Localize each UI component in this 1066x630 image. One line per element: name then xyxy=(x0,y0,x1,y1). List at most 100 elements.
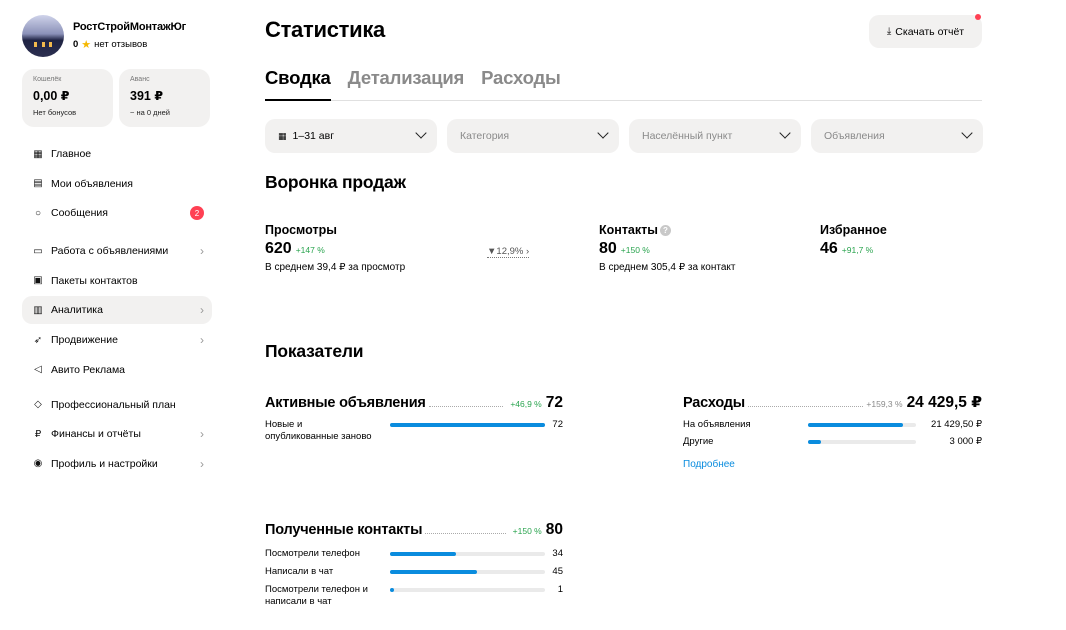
sidebar-item-main[interactable]: ▦ Главное xyxy=(22,140,212,168)
chat-icon: ○ xyxy=(34,207,42,219)
expenses-section: Расходы +159,3 % 24 429,5 ₽ На объявлени… xyxy=(683,393,982,470)
sidebar-item-messages[interactable]: ○ Сообщения 2 xyxy=(22,199,212,227)
notification-dot xyxy=(975,14,981,20)
row-value: 45 xyxy=(552,566,563,577)
active-ads-row: Новые и опубликованные заново 72 xyxy=(265,419,563,443)
unread-badge: 2 xyxy=(190,206,204,221)
download-report-button[interactable]: ⤓ Скачать отчёт xyxy=(869,14,982,48)
sidebar-item-label: Профессиональный план xyxy=(51,398,176,411)
row-label: Новые и опубликованные заново xyxy=(265,419,372,442)
sidebar-item-avito-ads[interactable]: ◁ Авито Реклама xyxy=(22,356,212,384)
progress-bar xyxy=(808,440,916,444)
location-select[interactable]: Населённый пункт xyxy=(629,119,801,153)
user-icon: ◉ xyxy=(33,458,43,470)
row-label: Другие xyxy=(683,436,714,447)
funnel-title: Воронка продаж xyxy=(265,172,406,192)
sidebar-item-label: Работа с объявлениями xyxy=(51,245,169,258)
doc-icon: ▤ xyxy=(33,178,43,190)
received-contacts-title: Полученные контакты xyxy=(265,522,423,538)
progress-fill xyxy=(390,570,478,574)
row-label: Посмотрели телефон и написали в чат xyxy=(265,584,368,607)
grid-icon: ▦ xyxy=(33,148,43,160)
progress-bar xyxy=(390,588,545,592)
rocket-icon: ➶ xyxy=(33,334,43,346)
profile-name[interactable]: РостСтройМонтажЮг xyxy=(73,21,186,33)
contacts-value: 80 xyxy=(599,240,617,257)
progress-bar xyxy=(808,423,916,427)
expenses-change: +159,3 % xyxy=(866,399,903,409)
tab-details[interactable]: Детализация xyxy=(348,66,465,101)
sidebar-item-label: Финансы и отчёты xyxy=(51,428,141,441)
views-value: 620 xyxy=(265,240,292,257)
chevron-right-icon: › xyxy=(200,303,204,318)
sidebar-item-label: Аналитика xyxy=(51,304,103,317)
wallet-label: Кошелёк xyxy=(33,76,62,83)
row-value: 72 xyxy=(552,419,563,430)
megaphone-icon: ◁ xyxy=(34,364,42,376)
sidebar-item-label: Мои объявления xyxy=(51,177,133,190)
expenses-row: Другие 3 000 ₽ xyxy=(683,436,982,448)
row-value: 1 xyxy=(557,584,563,595)
chevron-right-icon: › xyxy=(200,456,204,471)
chevron-down-icon xyxy=(597,127,609,139)
received-contacts-section: Полученные контакты +150 % 80 Посмотрели… xyxy=(265,520,563,608)
page-title: Статистика xyxy=(265,17,385,42)
ads-select[interactable]: Объявления xyxy=(811,119,983,153)
conversion-rate[interactable]: ▼12,9% › xyxy=(487,246,530,258)
avatar[interactable] xyxy=(22,15,64,57)
chart-icon: ▥ xyxy=(33,304,43,316)
tab-summary[interactable]: Сводка xyxy=(265,66,331,101)
row-label: На объявления xyxy=(683,419,751,430)
active-ads-section: Активные объявления +46,9 % 72 Новые и о… xyxy=(265,393,563,443)
progress-bar xyxy=(390,552,545,556)
views-avg: В среднем 39,4 ₽ за просмотр xyxy=(265,262,406,273)
leader-dots xyxy=(428,393,504,407)
calendar-icon: ▦ xyxy=(278,130,287,141)
tab-expenses[interactable]: Расходы xyxy=(481,66,561,101)
favorites-change: +91,7 % xyxy=(841,245,874,255)
sidebar-item-label: Продвижение xyxy=(51,334,118,347)
sidebar-item-profile[interactable]: ◉ Профиль и настройки › xyxy=(22,450,212,478)
active-ads-total: 72 xyxy=(545,394,563,411)
active-ads-title: Активные объявления xyxy=(265,395,426,411)
sidebar-item-contact-packages[interactable]: ▣ Пакеты контактов xyxy=(22,267,212,295)
funnel-icon: ▼ xyxy=(487,246,497,257)
chevron-down-icon xyxy=(779,127,791,139)
sidebar-item-finance[interactable]: ₽ Финансы и отчёты › xyxy=(22,420,212,448)
expenses-total: 24 429,5 ₽ xyxy=(906,394,982,411)
profile-block[interactable]: РостСтройМонтажЮг 0 ★ нет отзывов xyxy=(22,14,212,58)
sidebar: РостСтройМонтажЮг 0 ★ нет отзывов Кошелё… xyxy=(22,14,212,480)
filters: ▦ 1–31 авг Категория Населённый пункт Объ… xyxy=(265,119,983,153)
download-icon: ⤓ xyxy=(886,26,892,37)
sidebar-item-promotion[interactable]: ➶ Продвижение › xyxy=(22,326,212,354)
sidebar-item-analytics[interactable]: ▥ Аналитика › xyxy=(22,296,212,325)
sidebar-item-my-ads[interactable]: ▤ Мои объявления xyxy=(22,170,212,198)
advance-label: Аванс xyxy=(130,76,150,83)
row-label: Посмотрели телефон xyxy=(265,548,360,559)
contacts-label: Контакты xyxy=(599,223,658,237)
period-select[interactable]: ▦ 1–31 авг xyxy=(265,119,437,153)
received-contacts-total: 80 xyxy=(545,521,563,538)
advance-card[interactable]: Аванс 391 ₽ ~ на 0 дней xyxy=(119,69,210,127)
wallet-card[interactable]: Кошелёк 0,00 ₽ Нет бонусов xyxy=(22,69,113,127)
leader-dots xyxy=(747,393,864,407)
expenses-row: На объявления 21 429,50 ₽ xyxy=(683,419,982,431)
category-select[interactable]: Категория xyxy=(447,119,619,153)
ads-placeholder: Объявления xyxy=(824,130,885,142)
more-link[interactable]: Подробнее xyxy=(683,459,982,470)
advance-days: ~ на 0 дней xyxy=(130,108,170,117)
chevron-right-icon: › xyxy=(523,246,530,257)
star-icon: ★ xyxy=(81,39,92,51)
sidebar-item-label: Профиль и настройки xyxy=(51,457,158,470)
briefcase-icon: ▭ xyxy=(33,245,43,257)
help-icon[interactable]: ? xyxy=(659,225,671,236)
chevron-down-icon xyxy=(415,127,427,139)
funnel-favorites: Избранное 46 +91,7 % xyxy=(820,223,887,258)
reviews-label[interactable]: нет отзывов xyxy=(94,39,147,50)
progress-bar xyxy=(390,570,545,574)
sidebar-item-ads-work[interactable]: ▭ Работа с объявлениями › xyxy=(22,237,212,265)
sidebar-item-pro-plan[interactable]: ◇ Профессиональный план xyxy=(22,391,212,419)
advance-value: 391 ₽ xyxy=(130,89,164,103)
sidebar-item-label: Главное xyxy=(51,148,92,160)
row-label: Написали в чат xyxy=(265,566,334,577)
